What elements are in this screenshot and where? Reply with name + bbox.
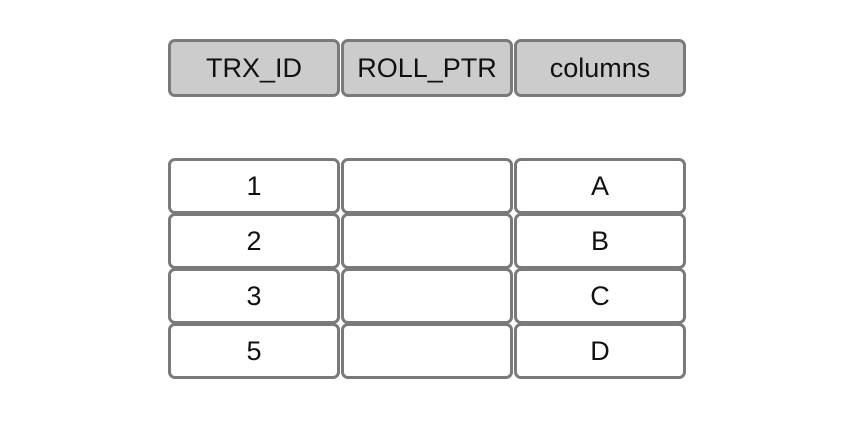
roll-ptr-cell <box>341 213 513 269</box>
header-columns: columns <box>514 39 686 97</box>
trx-id-cell: 3 <box>168 268 340 324</box>
column-value-cell: B <box>514 213 686 269</box>
column-value-cell: A <box>514 158 686 214</box>
roll-ptr-cell <box>341 158 513 214</box>
trx-id-cell: 1 <box>168 158 340 214</box>
roll-ptr-cell <box>341 323 513 379</box>
column-value-cell: C <box>514 268 686 324</box>
trx-id-cell: 5 <box>168 323 340 379</box>
roll-ptr-cell <box>341 268 513 324</box>
header-roll-ptr: ROLL_PTR <box>341 39 513 97</box>
header-trx-id: TRX_ID <box>168 39 340 97</box>
column-value-cell: D <box>514 323 686 379</box>
trx-id-cell: 2 <box>168 213 340 269</box>
